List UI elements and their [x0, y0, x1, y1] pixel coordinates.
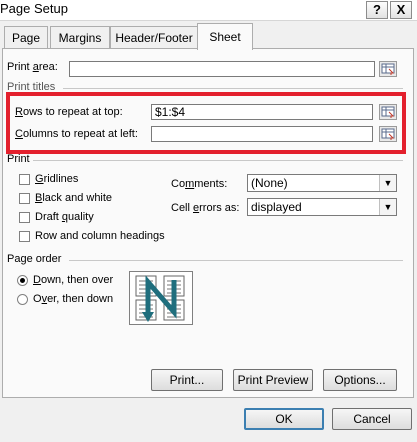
range-select-icon — [381, 63, 395, 75]
print-area-label: Print area: — [7, 61, 58, 73]
page-order-preview — [129, 271, 193, 325]
chevron-down-icon[interactable]: ▼ — [379, 199, 396, 215]
row-column-headings-checkbox[interactable] — [19, 231, 30, 242]
print-area-collapse-button[interactable] — [379, 61, 397, 77]
gridlines-label: Gridlines — [35, 173, 79, 185]
print-preview-button[interactable]: Print Preview — [233, 369, 313, 391]
draft-quality-checkbox[interactable] — [19, 212, 30, 223]
print-group-label: Print — [7, 153, 30, 165]
help-button[interactable]: ? — [366, 1, 388, 19]
page-order-group-label: Page order — [7, 253, 62, 265]
black-and-white-checkbox[interactable] — [19, 193, 30, 204]
page-order-divider — [69, 260, 403, 261]
row-column-headings-label: Row and column headings — [35, 230, 165, 242]
print-titles-divider — [63, 88, 403, 89]
down-then-over-label: Down, then over — [33, 274, 114, 286]
comments-label: Comments: — [171, 178, 228, 190]
cell-errors-select[interactable]: displayed ▼ — [247, 198, 397, 216]
close-button[interactable]: X — [390, 1, 412, 19]
title-bar: Page Setup ? X — [0, 0, 417, 21]
black-and-white-label: Black and white — [35, 192, 113, 204]
window-title: Page Setup — [0, 1, 68, 16]
over-then-down-radio[interactable] — [17, 294, 28, 305]
comments-select[interactable]: (None) ▼ — [247, 174, 397, 192]
print-divider — [33, 160, 403, 161]
down-then-over-radio[interactable] — [17, 275, 28, 286]
chevron-down-icon[interactable]: ▼ — [379, 175, 396, 191]
tab-header-footer[interactable]: Header/Footer — [110, 26, 198, 49]
draft-quality-label: Draft quality — [35, 211, 94, 223]
comments-select-value: (None) — [251, 176, 288, 190]
ok-button[interactable]: OK — [244, 408, 324, 430]
highlight-box — [6, 92, 406, 154]
tab-page[interactable]: Page — [4, 26, 48, 49]
options-button[interactable]: Options... — [323, 369, 397, 391]
cell-errors-label: Cell errors as: — [171, 202, 240, 214]
cell-errors-select-value: displayed — [251, 200, 302, 214]
cancel-button[interactable]: Cancel — [332, 408, 412, 430]
tab-sheet[interactable]: Sheet — [197, 23, 253, 50]
tab-margins[interactable]: Margins — [50, 26, 110, 49]
page-order-icon — [135, 275, 185, 322]
print-button[interactable]: Print... — [151, 369, 223, 391]
gridlines-checkbox[interactable] — [19, 174, 30, 185]
over-then-down-label: Over, then down — [33, 293, 114, 305]
print-area-input[interactable] — [69, 61, 375, 77]
